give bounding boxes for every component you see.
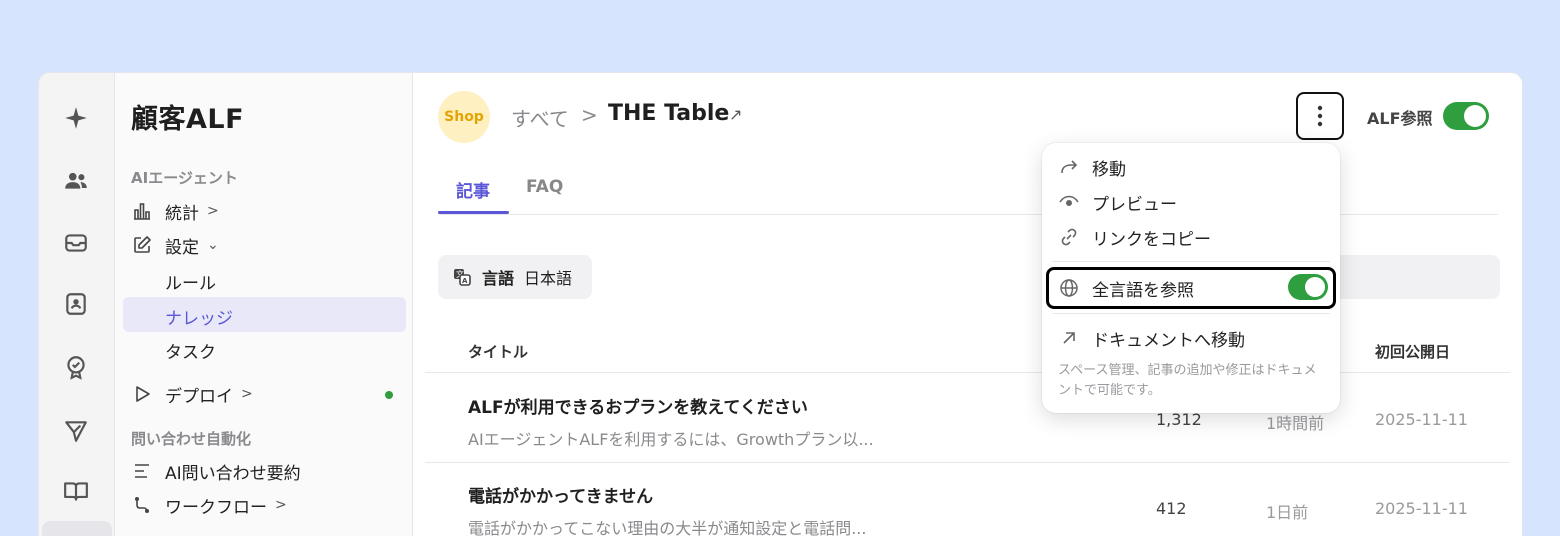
play-icon (131, 383, 153, 405)
section-ai-agent: AIエージェント (131, 169, 238, 187)
table-row-summary: 電話がかかってこない理由の大半が通知設定と電話問... (468, 519, 867, 536)
menu-item-label: ドキュメントへ移動 (1092, 330, 1245, 351)
sidebar-item-stats[interactable]: 統計 > (131, 197, 219, 225)
chevron-right-icon: > (207, 203, 219, 219)
menu-divider (1052, 313, 1330, 314)
external-link-icon[interactable]: ↗ (729, 105, 742, 124)
rail-active-item[interactable] (42, 521, 112, 536)
menu-item-label: プレビュー (1092, 194, 1177, 215)
table-row-title[interactable]: 電話がかかってきません (468, 482, 653, 507)
sidebar-subitem-tasks[interactable]: タスク (165, 338, 216, 363)
table-row-updated: 1日前 (1266, 503, 1309, 522)
table-row-updated: 1時間前 (1266, 414, 1325, 433)
lines-icon (131, 460, 153, 482)
svg-text:A: A (462, 277, 468, 285)
section-automation: 問い合わせ自動化 (131, 430, 252, 448)
redo-arrow-icon (1058, 156, 1080, 178)
alf-reference-label: ALF参照 (1367, 109, 1433, 128)
inbox-icon[interactable] (57, 224, 95, 262)
eye-icon (1058, 191, 1080, 213)
table-row-count: 412 (1156, 499, 1187, 518)
send-icon[interactable] (57, 412, 95, 450)
link-icon (1058, 226, 1080, 248)
status-dot (385, 391, 393, 399)
translate-icon: 文A (452, 267, 472, 287)
icon-rail (39, 73, 115, 536)
sidebar-item-label: 統計 (165, 203, 199, 224)
chevron-right-icon: > (241, 386, 253, 402)
book-icon[interactable] (57, 472, 95, 510)
menu-item-all-languages[interactable]: 全言語を参照 (1058, 273, 1194, 303)
contact-card-icon[interactable] (57, 285, 95, 323)
menu-item-label: 全言語を参照 (1092, 280, 1194, 301)
menu-note: スペース管理、記事の追加や修正はドキュメントで可能です。 (1058, 363, 1317, 398)
breadcrumb-separator: > (581, 103, 598, 127)
filter-bar[interactable] (1313, 255, 1500, 299)
page-title: THE Table (608, 101, 730, 126)
sidebar-item-deploy[interactable]: デプロイ > (131, 380, 253, 408)
menu-item-label: リンクをコピー (1092, 229, 1211, 250)
sidebar-item-ai-summary[interactable]: AI問い合わせ要約 (131, 457, 301, 485)
sidebar-item-label: 設定 (165, 237, 199, 258)
users-icon[interactable] (57, 162, 95, 200)
sidebar-subitem-knowledge[interactable]: ナレッジ (165, 304, 233, 329)
sidebar-item-label: ワークフロー (165, 497, 267, 518)
sidebar: 顧客ALF AIエージェント 統計 > 設定 ⌄ ルール ナレッジ タスク デプ… (115, 73, 413, 536)
sidebar-item-workflow[interactable]: ワークフロー > (131, 491, 287, 519)
tab-articles[interactable]: 記事 (456, 177, 490, 202)
bar-chart-icon (131, 200, 153, 222)
menu-item-preview[interactable]: プレビュー (1058, 187, 1177, 217)
edit-icon (131, 234, 153, 256)
menu-item-go-to-document[interactable]: ドキュメントへ移動 (1058, 323, 1245, 353)
tab-faq[interactable]: FAQ (526, 177, 563, 197)
alf-reference-toggle[interactable] (1443, 102, 1489, 130)
sidebar-subitem-rules[interactable]: ルール (165, 269, 216, 294)
main-content: Shop すべて > THE Table ↗ ALF参照 記事 FAQ 文A 言… (413, 73, 1522, 536)
language-filter[interactable]: 文A 言語 日本語 (438, 255, 592, 299)
language-value: 日本語 (524, 269, 573, 288)
workflow-icon (131, 494, 153, 516)
menu-divider (1052, 261, 1330, 262)
app-title: 顧客ALF (131, 104, 245, 135)
badge-check-icon[interactable] (57, 348, 95, 386)
sidebar-item-settings[interactable]: 設定 ⌄ (131, 231, 219, 259)
header-divider (425, 372, 1510, 373)
row-divider (425, 462, 1510, 463)
more-options-button[interactable] (1296, 92, 1344, 140)
breadcrumb-all[interactable]: すべて (511, 103, 569, 132)
table-row-published: 2025-11-11 (1375, 410, 1468, 429)
more-options-menu: 移動 プレビュー リンクをコピー 全言語を参照 ドキュメントへ移動 スペース管理… (1042, 143, 1340, 413)
menu-item-label: 移動 (1092, 159, 1126, 180)
table-row-summary: AIエージェントALFを利用するには、Growthプラン以... (468, 430, 874, 449)
kebab-icon (1317, 105, 1323, 127)
chevron-down-icon: ⌄ (207, 237, 219, 253)
arrow-up-right-icon (1058, 327, 1080, 349)
sidebar-item-label: デプロイ (165, 386, 233, 407)
all-languages-toggle[interactable] (1288, 274, 1328, 300)
chevron-right-icon: > (275, 497, 287, 513)
tab-active-underline (438, 211, 509, 214)
table-row-title[interactable]: ALFが利用できるおプランを教えてください (468, 393, 808, 418)
column-first-published[interactable]: 初回公開日 (1375, 341, 1450, 362)
table-row-published: 2025-11-11 (1375, 499, 1468, 518)
menu-item-copy-link[interactable]: リンクをコピー (1058, 222, 1211, 252)
globe-icon (1058, 277, 1080, 299)
menu-item-move[interactable]: 移動 (1058, 152, 1126, 182)
language-label: 言語 (482, 269, 515, 288)
sidebar-item-label: AI問い合わせ要約 (165, 463, 301, 484)
space-badge: Shop (438, 91, 490, 143)
column-title[interactable]: タイトル (468, 341, 528, 362)
sparkle-icon[interactable] (57, 99, 95, 137)
